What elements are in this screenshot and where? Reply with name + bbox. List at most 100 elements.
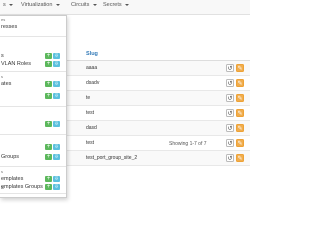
import-icon: ⇩ [53,61,60,67]
nav-item-label: Virtualization [21,2,53,8]
chevron-down-icon [55,3,60,6]
add-button[interactable]: + [45,144,52,150]
history-icon: ↺ [227,125,233,132]
add-button[interactable]: + [45,93,52,99]
slug-cell: dsadv [86,80,100,86]
dropdown-item-emplates[interactable]: emplates [1,176,23,182]
plus-icon: + [46,154,51,160]
history-button[interactable]: ↺ [226,63,234,72]
import-button[interactable]: ⇩ [53,81,60,87]
nav-item-label: Circuits [71,2,90,8]
pencil-icon: ✎ [237,110,243,117]
slug-cell: te [86,95,91,101]
dropdown-section-header: s [1,169,3,174]
history-icon: ↺ [227,95,233,102]
import-button[interactable]: ⇩ [53,53,60,59]
top-navbar: s Virtualization Circuits Secrets [0,0,250,15]
table-header-row: Slug [66,50,250,61]
plus-icon: + [46,121,51,127]
import-icon: ⇩ [53,81,60,87]
add-button[interactable]: + [45,184,52,190]
import-button[interactable]: ⇩ [53,61,60,67]
plus-icon: + [46,176,51,182]
table-row: aaaa ↺ ✎ [66,61,250,76]
dropdown-item-groups[interactable]: Groups [1,154,19,160]
history-button[interactable]: ↺ [226,93,234,102]
slug-cell: test_port_group_site_2 [86,155,138,161]
add-button[interactable]: + [45,61,52,67]
dropdown-divider [0,134,66,135]
pencil-icon: ✎ [237,95,243,102]
pagination-summary: Showing 1-7 of 7 [169,141,207,147]
import-button[interactable]: ⇩ [53,121,60,127]
edit-button[interactable]: ✎ [236,108,244,117]
slug-cell: aaaa [86,65,98,71]
dropdown-section-header: es [1,17,6,22]
nav-item-secrets[interactable]: Secrets [103,2,130,8]
table-row: test ↺ ✎ [66,106,250,121]
dropdown-item-vlan-roles[interactable]: VLAN Roles [1,61,31,67]
edit-button[interactable]: ✎ [236,138,244,147]
nav-item-virtualization[interactable]: Virtualization [21,2,60,8]
column-header-slug[interactable]: Slug [86,51,98,57]
history-button[interactable]: ↺ [226,78,234,87]
table-row: dasd ↺ ✎ [66,121,250,136]
add-button[interactable]: + [45,121,52,127]
add-button[interactable]: + [45,53,52,59]
plus-icon: + [46,53,51,59]
plus-icon: + [46,144,51,150]
history-button[interactable]: ↺ [226,123,234,132]
history-button[interactable]: ↺ [226,153,234,162]
edit-button[interactable]: ✎ [236,93,244,102]
edit-button[interactable]: ✎ [236,123,244,132]
add-button[interactable]: + [45,154,52,160]
plus-icon: + [46,81,51,87]
dropdown-divider [0,71,66,72]
import-button[interactable]: ⇩ [53,144,60,150]
pencil-icon: ✎ [237,80,243,87]
import-button[interactable]: ⇩ [53,184,60,190]
plus-icon: + [46,184,51,190]
edit-button[interactable]: ✎ [236,63,244,72]
pencil-icon: ✎ [237,65,243,72]
table-row: test ↺ ✎ [66,136,250,151]
nav-item-label: s [3,2,6,8]
edit-button[interactable]: ✎ [236,78,244,87]
add-button[interactable]: + [45,81,52,87]
dropdown-item-resses[interactable]: resses [1,24,17,30]
pencil-icon: ✎ [237,155,243,162]
slug-cell: dasd [86,125,97,131]
plus-icon: + [46,93,51,99]
dropdown-item-emplates-groups[interactable]: emplates Groups [1,184,43,190]
edit-button[interactable]: ✎ [236,153,244,162]
slug-cell: test [86,110,95,116]
import-icon: ⇩ [53,53,60,59]
import-icon: ⇩ [53,154,60,160]
chevron-down-icon [9,3,14,6]
import-button[interactable]: ⇩ [53,93,60,99]
nav-item-partial[interactable]: s [3,2,14,8]
chevron-down-icon [125,3,130,6]
dropdown-item-s[interactable]: s [1,53,4,59]
history-icon: ↺ [227,140,233,147]
dropdown-item-ates[interactable]: ates [1,81,11,87]
history-icon: ↺ [227,80,233,87]
history-button[interactable]: ↺ [226,138,234,147]
plus-icon: + [46,61,51,67]
nav-item-circuits[interactable]: Circuits [71,2,97,8]
nav-item-label: Secrets [103,2,122,8]
chevron-down-icon [92,3,97,6]
import-button[interactable]: ⇩ [53,154,60,160]
import-icon: ⇩ [53,144,60,150]
import-button[interactable]: ⇩ [53,176,60,182]
dropdown-item-bottom[interactable]: s [1,185,4,191]
nav-dropdown-menu: es resses s + ⇩ VLAN Roles + ⇩ s ates + … [0,15,67,198]
history-button[interactable]: ↺ [226,108,234,117]
import-icon: ⇩ [53,176,60,182]
add-button[interactable]: + [45,176,52,182]
dropdown-divider [0,106,66,107]
table-row: te ↺ ✎ [66,91,250,106]
table-row: dsadv ↺ ✎ [66,76,250,91]
table-row: test_port_group_site_2 ↺ ✎ [66,151,250,166]
pencil-icon: ✎ [237,125,243,132]
